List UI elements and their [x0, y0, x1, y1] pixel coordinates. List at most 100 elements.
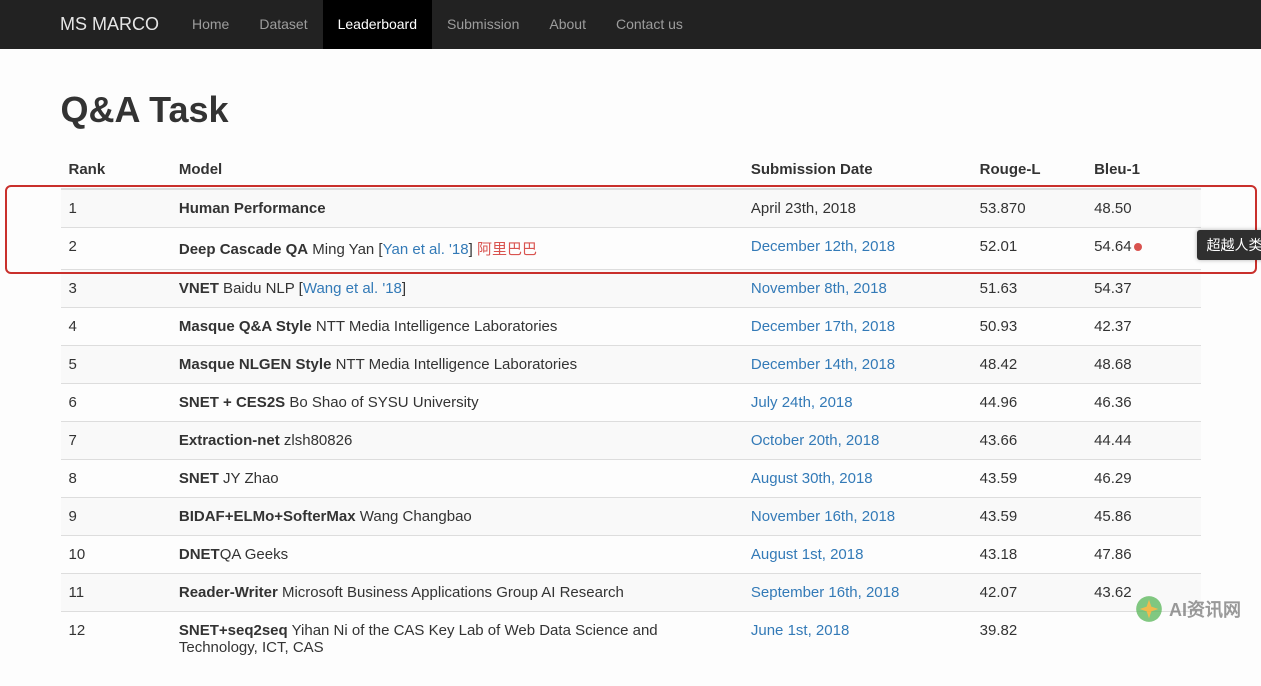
- watermark-icon: [1135, 595, 1163, 623]
- model-affiliation: JY Zhao: [219, 470, 279, 487]
- model-name: Reader-Writer: [179, 584, 278, 601]
- cell-rouge-l: 53.870: [972, 189, 1086, 228]
- cell-rouge-l: 52.01: [972, 228, 1086, 270]
- nav-item-leaderboard[interactable]: Leaderboard: [323, 0, 432, 49]
- th-bleu: Bleu-1: [1086, 151, 1200, 189]
- brand[interactable]: MS MARCO: [60, 14, 159, 35]
- model-affiliation: NTT Media Intelligence Laboratories: [331, 356, 577, 373]
- cell-rank: 7: [61, 422, 171, 460]
- model-affiliation: Baidu NLP [: [219, 280, 303, 297]
- th-date: Submission Date: [743, 151, 972, 189]
- cell-rank: 3: [61, 270, 171, 308]
- nav-item-contact-us[interactable]: Contact us: [601, 0, 698, 49]
- model-affiliation: Ming Yan [: [308, 241, 383, 258]
- watermark-text: AI资讯网: [1169, 596, 1241, 622]
- table-row: 12SNET+seq2seq Yihan Ni of the CAS Key L…: [61, 612, 1201, 667]
- cell-date[interactable]: July 24th, 2018: [743, 384, 972, 422]
- cell-bleu-1: 54.37: [1086, 270, 1200, 308]
- cell-rank: 4: [61, 308, 171, 346]
- citation-link[interactable]: Wang et al. '18: [303, 280, 402, 297]
- cell-bleu-1: 44.44: [1086, 422, 1200, 460]
- cell-rank: 9: [61, 498, 171, 536]
- cell-bleu-1: 46.36: [1086, 384, 1200, 422]
- model-name: SNET: [179, 470, 219, 487]
- cell-bleu-1: 45.86: [1086, 498, 1200, 536]
- table-row: 4Masque Q&A Style NTT Media Intelligence…: [61, 308, 1201, 346]
- cell-date[interactable]: December 17th, 2018: [743, 308, 972, 346]
- org-link[interactable]: 阿里巴巴: [477, 241, 537, 258]
- model-affiliation: Bo Shao of SYSU University: [285, 394, 478, 411]
- model-name: Human Performance: [179, 200, 326, 217]
- table-row: 8SNET JY ZhaoAugust 30th, 201843.5946.29: [61, 460, 1201, 498]
- table-row: 11Reader-Writer Microsoft Business Appli…: [61, 574, 1201, 612]
- cell-model: Reader-Writer Microsoft Business Applica…: [171, 574, 743, 612]
- table-row: 9BIDAF+ELMo+SofterMax Wang ChangbaoNovem…: [61, 498, 1201, 536]
- cell-rank: 12: [61, 612, 171, 667]
- cell-bleu-1: 48.50: [1086, 189, 1200, 228]
- cell-bleu-1: 48.68: [1086, 346, 1200, 384]
- cell-model: Human Performance: [171, 189, 743, 228]
- nav-item-dataset[interactable]: Dataset: [244, 0, 322, 49]
- cell-model: VNET Baidu NLP [Wang et al. '18]: [171, 270, 743, 308]
- cell-model: SNET+seq2seq Yihan Ni of the CAS Key Lab…: [171, 612, 743, 667]
- model-affiliation: Wang Changbao: [356, 508, 472, 525]
- nav-item-submission[interactable]: Submission: [432, 0, 534, 49]
- model-affiliation: NTT Media Intelligence Laboratories: [312, 318, 558, 335]
- cell-model: SNET + CES2S Bo Shao of SYSU University: [171, 384, 743, 422]
- model-affiliation: QA Geeks: [220, 546, 288, 563]
- leaderboard-table: Rank Model Submission Date Rouge-L Bleu-…: [61, 151, 1201, 666]
- table-row: 10DNETQA GeeksAugust 1st, 201843.1847.86: [61, 536, 1201, 574]
- cell-rank: 5: [61, 346, 171, 384]
- cell-date[interactable]: December 14th, 2018: [743, 346, 972, 384]
- table-header-row: Rank Model Submission Date Rouge-L Bleu-…: [61, 151, 1201, 189]
- citation-link[interactable]: Yan et al. '18: [383, 241, 469, 258]
- cell-rouge-l: 50.93: [972, 308, 1086, 346]
- th-rank: Rank: [61, 151, 171, 189]
- cell-rank: 1: [61, 189, 171, 228]
- nav-item-home[interactable]: Home: [177, 0, 244, 49]
- cell-bleu-1: 46.29: [1086, 460, 1200, 498]
- table-row: 7 Extraction-net zlsh80826 October 20th, 2…: [61, 422, 1201, 460]
- th-rouge: Rouge-L: [972, 151, 1086, 189]
- indicator-dot-icon: [1134, 243, 1142, 251]
- cell-rouge-l: 43.66: [972, 422, 1086, 460]
- navbar: MS MARCO HomeDatasetLeaderboardSubmissio…: [0, 0, 1261, 49]
- cell-rouge-l: 48.42: [972, 346, 1086, 384]
- model-affiliation: Microsoft Business Applications Group AI…: [278, 584, 624, 601]
- table-row: 2Deep Cascade QA Ming Yan [Yan et al. '1…: [61, 228, 1201, 270]
- th-model: Model: [171, 151, 743, 189]
- table-row: 6SNET + CES2S Bo Shao of SYSU University…: [61, 384, 1201, 422]
- cell-date[interactable]: August 30th, 2018: [743, 460, 972, 498]
- cell-date[interactable]: June 1st, 2018: [743, 612, 972, 667]
- model-affiliation: zlsh80826: [280, 432, 353, 449]
- cell-date[interactable]: October 20th, 2018: [743, 422, 972, 460]
- cell-date[interactable]: September 16th, 2018: [743, 574, 972, 612]
- cell-rouge-l: 43.59: [972, 460, 1086, 498]
- cell-date[interactable]: August 1st, 2018: [743, 536, 972, 574]
- model-name: Extraction-net: [179, 432, 280, 449]
- main-container: Q&A Task Rank Model Submission Date Roug…: [61, 49, 1201, 686]
- page-title: Q&A Task: [61, 89, 1201, 131]
- cell-bleu-1: 54.64: [1086, 228, 1200, 270]
- model-name: Masque Q&A Style: [179, 318, 312, 335]
- cell-model: Masque NLGEN Style NTT Media Intelligenc…: [171, 346, 743, 384]
- cell-rouge-l: 43.59: [972, 498, 1086, 536]
- tooltip-surpass-human: 超越人类: [1197, 230, 1261, 260]
- cell-model: Deep Cascade QA Ming Yan [Yan et al. '18…: [171, 228, 743, 270]
- table-row: 3VNET Baidu NLP [Wang et al. '18]Novembe…: [61, 270, 1201, 308]
- cell-model: DNETQA Geeks: [171, 536, 743, 574]
- cell-date[interactable]: November 16th, 2018: [743, 498, 972, 536]
- table-row: 1Human PerformanceApril 23th, 201853.870…: [61, 189, 1201, 228]
- cell-model: SNET JY Zhao: [171, 460, 743, 498]
- cell-model: Masque Q&A Style NTT Media Intelligence …: [171, 308, 743, 346]
- model-name: DNET: [179, 546, 220, 563]
- cell-rouge-l: 39.82: [972, 612, 1086, 667]
- model-name: VNET: [179, 280, 219, 297]
- nav-item-about[interactable]: About: [534, 0, 601, 49]
- cell-date[interactable]: November 8th, 2018: [743, 270, 972, 308]
- cell-rank: 10: [61, 536, 171, 574]
- table-body: 1Human PerformanceApril 23th, 201853.870…: [61, 189, 1201, 666]
- cell-rank: 6: [61, 384, 171, 422]
- cell-date[interactable]: December 12th, 2018: [743, 228, 972, 270]
- cell-bleu-1: 42.37: [1086, 308, 1200, 346]
